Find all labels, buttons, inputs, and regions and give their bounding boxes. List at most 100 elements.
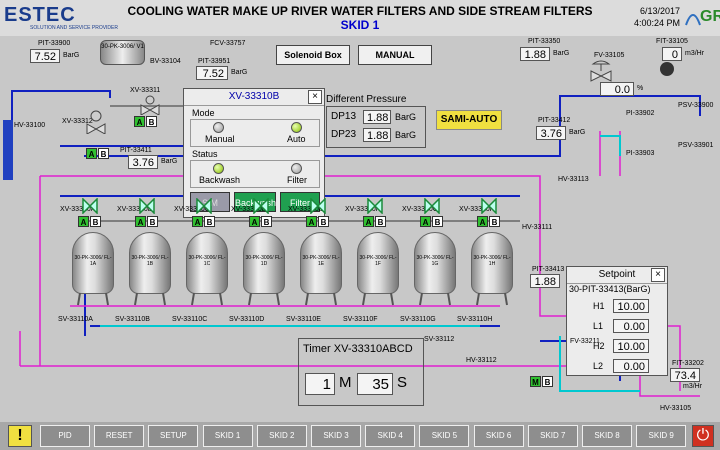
pit-33412-value: 3.76 <box>536 126 566 140</box>
filter-sv-tag: SV-33110F <box>343 316 378 323</box>
bv-tag: BV-33104 <box>150 58 181 65</box>
setpoint-row-value[interactable]: 10.00 <box>613 299 649 313</box>
setpoint-row-label: L2 <box>593 361 604 371</box>
filter-status-indicator: B <box>90 216 101 227</box>
page-subtitle: SKID 1 <box>340 18 380 32</box>
nav-button-pid[interactable]: PID <box>40 425 90 447</box>
tank-v1: 30-PK-3006/ V1 <box>100 40 145 65</box>
nav-button-skid-6[interactable]: SKID 6 <box>473 425 524 447</box>
sami-auto-button[interactable]: SAMI-AUTO <box>436 110 502 130</box>
filter-auto-indicator[interactable]: A <box>249 216 260 227</box>
hv-33100-tag: HV-33100 <box>14 122 46 129</box>
alarm-icon[interactable]: ! <box>8 425 32 447</box>
filter-auto-indicator[interactable]: A <box>306 216 317 227</box>
manual-button[interactable]: MANUAL <box>358 45 432 65</box>
tank-legs-icon <box>190 292 224 312</box>
valve-icon <box>140 95 160 116</box>
pit-33900-tag: PIT-33900 <box>38 40 71 47</box>
diff-pressure-panel: DP13 1.88 BarG DP23 1.88 BarG <box>326 106 426 148</box>
filter-tank[interactable]: 30-PK-3006/ FL-1B <box>129 232 171 294</box>
pi-33903-tag: PI-33903 <box>626 150 655 157</box>
fit-33202-value: 73.4 <box>670 368 700 382</box>
popup-title: XV-33310B <box>184 89 324 106</box>
nav-button-skid-4[interactable]: SKID 4 <box>365 425 416 447</box>
filter-auto-indicator[interactable]: A <box>363 216 374 227</box>
nav-button-skid-5[interactable]: SKID 5 <box>419 425 470 447</box>
filter-tank[interactable]: 30-PK-3006/ FL-1D <box>243 232 285 294</box>
nav-button-skid-8[interactable]: SKID 8 <box>582 425 632 447</box>
filter-tank[interactable]: 30-PK-3006/ FL-1C <box>186 232 228 294</box>
pit-33951-unit: BarG <box>231 69 248 76</box>
filter-status-indicator: B <box>432 216 443 227</box>
dp13-unit: BarG <box>395 112 417 122</box>
xv-33311-auto[interactable]: A <box>134 116 145 127</box>
fit-33105-value: 0 <box>662 47 682 61</box>
psv-33901-tag: PSV-33901 <box>678 142 714 149</box>
nav-button-skid-7[interactable]: SKID 7 <box>527 425 578 447</box>
nav-button-skid-1[interactable]: SKID 1 <box>202 425 253 447</box>
xv-33312-auto[interactable]: A <box>86 148 97 159</box>
filter-tank-label: 30-PK-3006/ FL-1C <box>188 255 226 267</box>
nav-button-reset[interactable]: RESET <box>94 425 145 447</box>
filter-status-indicator: B <box>318 216 329 227</box>
filter-tank[interactable]: 30-PK-3006/ FL-1F <box>357 232 399 294</box>
filter-tank[interactable]: 30-PK-3006/ FL-1G <box>414 232 456 294</box>
fit-33202-unit: m3/Hr <box>683 383 703 390</box>
filter-auto-indicator[interactable]: A <box>192 216 203 227</box>
xv-33311-tag: XV-33311 <box>130 87 161 94</box>
tank-legs-icon <box>247 292 281 312</box>
tank-legs-icon <box>133 292 167 312</box>
nav-button-setup[interactable]: SETUP <box>148 425 199 447</box>
setpoint-close-icon[interactable]: × <box>651 268 665 282</box>
filter-auto-indicator[interactable]: A <box>135 216 146 227</box>
fv-33105-value: 0.0 <box>600 82 634 96</box>
filter-sv-tag: SV-33110H <box>457 316 493 323</box>
manual-indicator[interactable] <box>213 122 224 133</box>
pit-33951-value: 7.52 <box>196 66 228 80</box>
backwash-indicator <box>213 163 224 174</box>
hv-33113-tag: HV-33113 <box>558 176 589 183</box>
fit-33105-unit: m3/Hr <box>685 50 705 57</box>
power-icon[interactable]: ⏻ <box>692 425 714 447</box>
setpoint-row-value[interactable]: 0.00 <box>613 359 649 373</box>
pit-33900-value: 7.52 <box>30 49 60 63</box>
filter-auto-indicator[interactable]: A <box>78 216 89 227</box>
filter-status-indicator: B <box>261 216 272 227</box>
fv-33211-mode[interactable]: M <box>530 376 541 387</box>
tank-legs-icon <box>475 292 509 312</box>
filter-tank[interactable]: 30-PK-3006/ FL-1E <box>300 232 342 294</box>
filter-tank[interactable]: 30-PK-3006/ FL-1A <box>72 232 114 294</box>
auto-label: Auto <box>287 134 306 144</box>
pit-33413-value: 1.88 <box>530 274 560 288</box>
page-title: COOLING WATER MAKE UP RIVER WATER FILTER… <box>127 4 593 18</box>
date-display: 6/13/2017 <box>639 6 680 16</box>
setpoint-row-value[interactable]: 0.00 <box>613 319 649 333</box>
fcv-tag: FCV-33757 <box>210 40 246 47</box>
timer-seconds[interactable]: 35 <box>357 373 393 395</box>
filter-tank[interactable]: 30-PK-3006/ FL-1H <box>471 232 513 294</box>
brand-gr: GR <box>700 8 720 25</box>
fit-33202-tag: FIT-33202 <box>672 360 704 367</box>
flow-meter-icon <box>660 62 674 76</box>
manual-label: Manual <box>205 134 235 144</box>
mode-group: Manual Auto <box>190 119 320 147</box>
popup-close-icon[interactable]: × <box>308 90 322 104</box>
setpoint-row-value[interactable]: 10.00 <box>613 339 649 353</box>
auto-indicator[interactable] <box>291 122 302 133</box>
filter-status-indicator: B <box>147 216 158 227</box>
timer-minutes[interactable]: 1 <box>305 373 335 395</box>
filter-status-indicator: B <box>204 216 215 227</box>
status-group: Backwash Filter <box>190 160 320 188</box>
filter-sv-tag: SV-33110A <box>58 316 93 323</box>
dp23-value: 1.88 <box>363 128 391 142</box>
solenoid-box-button[interactable]: Solenoid Box <box>276 45 350 65</box>
nav-button-skid-3[interactable]: SKID 3 <box>311 425 361 447</box>
nav-button-skid-9[interactable]: SKID 9 <box>636 425 687 447</box>
tank-legs-icon <box>361 292 395 312</box>
pit-33350-tag: PIT-33350 <box>528 38 561 45</box>
filter-auto-indicator[interactable]: A <box>477 216 488 227</box>
xv-33312-valve[interactable] <box>86 110 106 139</box>
nav-button-skid-2[interactable]: SKID 2 <box>256 425 307 447</box>
filter-auto-indicator[interactable]: A <box>420 216 431 227</box>
pit-33411-tag: PIT-33411 <box>120 147 152 154</box>
